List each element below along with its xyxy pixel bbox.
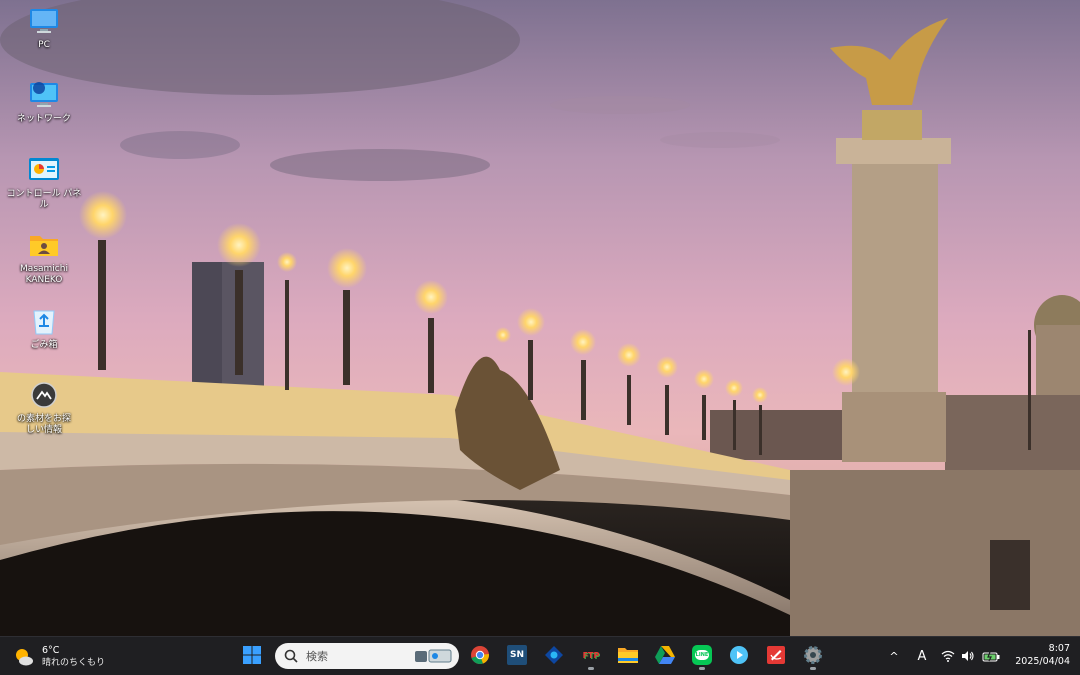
ime-icon: A [917, 648, 927, 664]
user-folder-icon [28, 230, 60, 260]
sn-icon-text: SN [509, 650, 524, 660]
desktop-icon-label: コントロール パネル [6, 189, 82, 210]
running-indicator [699, 667, 705, 670]
search-input[interactable] [306, 649, 406, 663]
line-icon-text: LINE [694, 650, 710, 660]
drive-icon [655, 646, 675, 664]
taskbar-clock[interactable]: 8:07 2025/04/04 [1012, 642, 1070, 668]
taskbar-app-chrome[interactable] [466, 641, 494, 669]
taskbar-app-red-note[interactable] [762, 641, 790, 669]
weather-widget[interactable]: 6°C 晴れのちくもり [14, 642, 105, 672]
search-highlight-icon [415, 649, 452, 663]
line-icon: LINE [692, 645, 712, 665]
sun-cloud-icon [14, 647, 34, 667]
wifi-icon [941, 650, 955, 662]
desktop-icon-label: の素材をお探 しい情報 [16, 414, 71, 435]
recycle-bin-icon [28, 306, 60, 336]
running-indicator [810, 667, 816, 670]
desktop-icon-label: Masamichi KANEKO [20, 264, 68, 285]
taskbar-app-ftp[interactable]: FTP [577, 641, 605, 670]
desktop-icon-user-folder[interactable]: Masamichi KANEKO [6, 230, 82, 286]
search-icon [284, 649, 298, 663]
taskbar-app-google-drive[interactable] [651, 641, 679, 669]
play-icon [730, 646, 748, 664]
taskbar-search-box[interactable] [275, 643, 459, 669]
wifi-indicator[interactable] [938, 643, 958, 669]
battery-icon [982, 651, 1000, 661]
clock-date: 2025/04/04 [1015, 656, 1070, 667]
taskbar-app-browser[interactable] [540, 641, 568, 669]
wallpaper-bridge-scene [0, 0, 1080, 636]
folder-icon [618, 648, 638, 663]
chrome-icon [471, 646, 489, 665]
blue-diamond-icon [545, 646, 563, 664]
ftp-icon-text: FTP [582, 650, 600, 660]
sn-icon: SN [507, 645, 527, 665]
control-panel-icon [28, 155, 60, 185]
taskbar-app-player[interactable] [725, 641, 753, 669]
tray-overflow-button[interactable]: ^ [884, 643, 904, 669]
start-button[interactable] [238, 641, 266, 669]
running-indicator [588, 667, 594, 670]
ime-indicator[interactable]: A [912, 643, 932, 669]
desktop-icon-label: PC [38, 40, 50, 50]
windows-start-icon [243, 646, 261, 664]
desktop-icon-network[interactable]: ネットワーク [6, 80, 82, 125]
taskbar-app-file-explorer[interactable] [614, 641, 642, 669]
ftp-icon: FTP [580, 646, 602, 664]
weather-temperature: 6°C [42, 645, 60, 656]
desktop-icon-control-panel[interactable]: コントロール パネル [6, 155, 82, 211]
volume-indicator[interactable] [958, 643, 978, 669]
volume-icon [962, 651, 974, 661]
taskbar-app-settings[interactable] [799, 641, 827, 670]
desktop-icon-label: ネットワーク [16, 114, 71, 124]
desktop-icon-spotlight[interactable]: の素材をお探 しい情報 [6, 380, 82, 436]
weather-condition: 晴れのちくもり [42, 658, 106, 668]
bing-spotlight-icon [28, 380, 60, 410]
desktop-icon-label: ごみ箱 [30, 340, 58, 350]
taskbar-app-sn[interactable]: SN [503, 641, 531, 669]
desktop-icon-recycle-bin[interactable]: ごみ箱 [6, 306, 82, 351]
network-icon [28, 80, 60, 110]
gear-icon [804, 646, 822, 664]
clock-time: 8:07 [1048, 643, 1070, 654]
desktop-wallpaper [0, 0, 1080, 636]
chevron-up-icon: ^ [889, 649, 899, 663]
red-note-icon [767, 646, 785, 664]
monitor-icon [28, 6, 60, 36]
taskbar-app-line[interactable]: LINE [688, 641, 716, 670]
battery-indicator[interactable] [980, 643, 1002, 669]
desktop-icon-pc[interactable]: PC [6, 6, 82, 51]
